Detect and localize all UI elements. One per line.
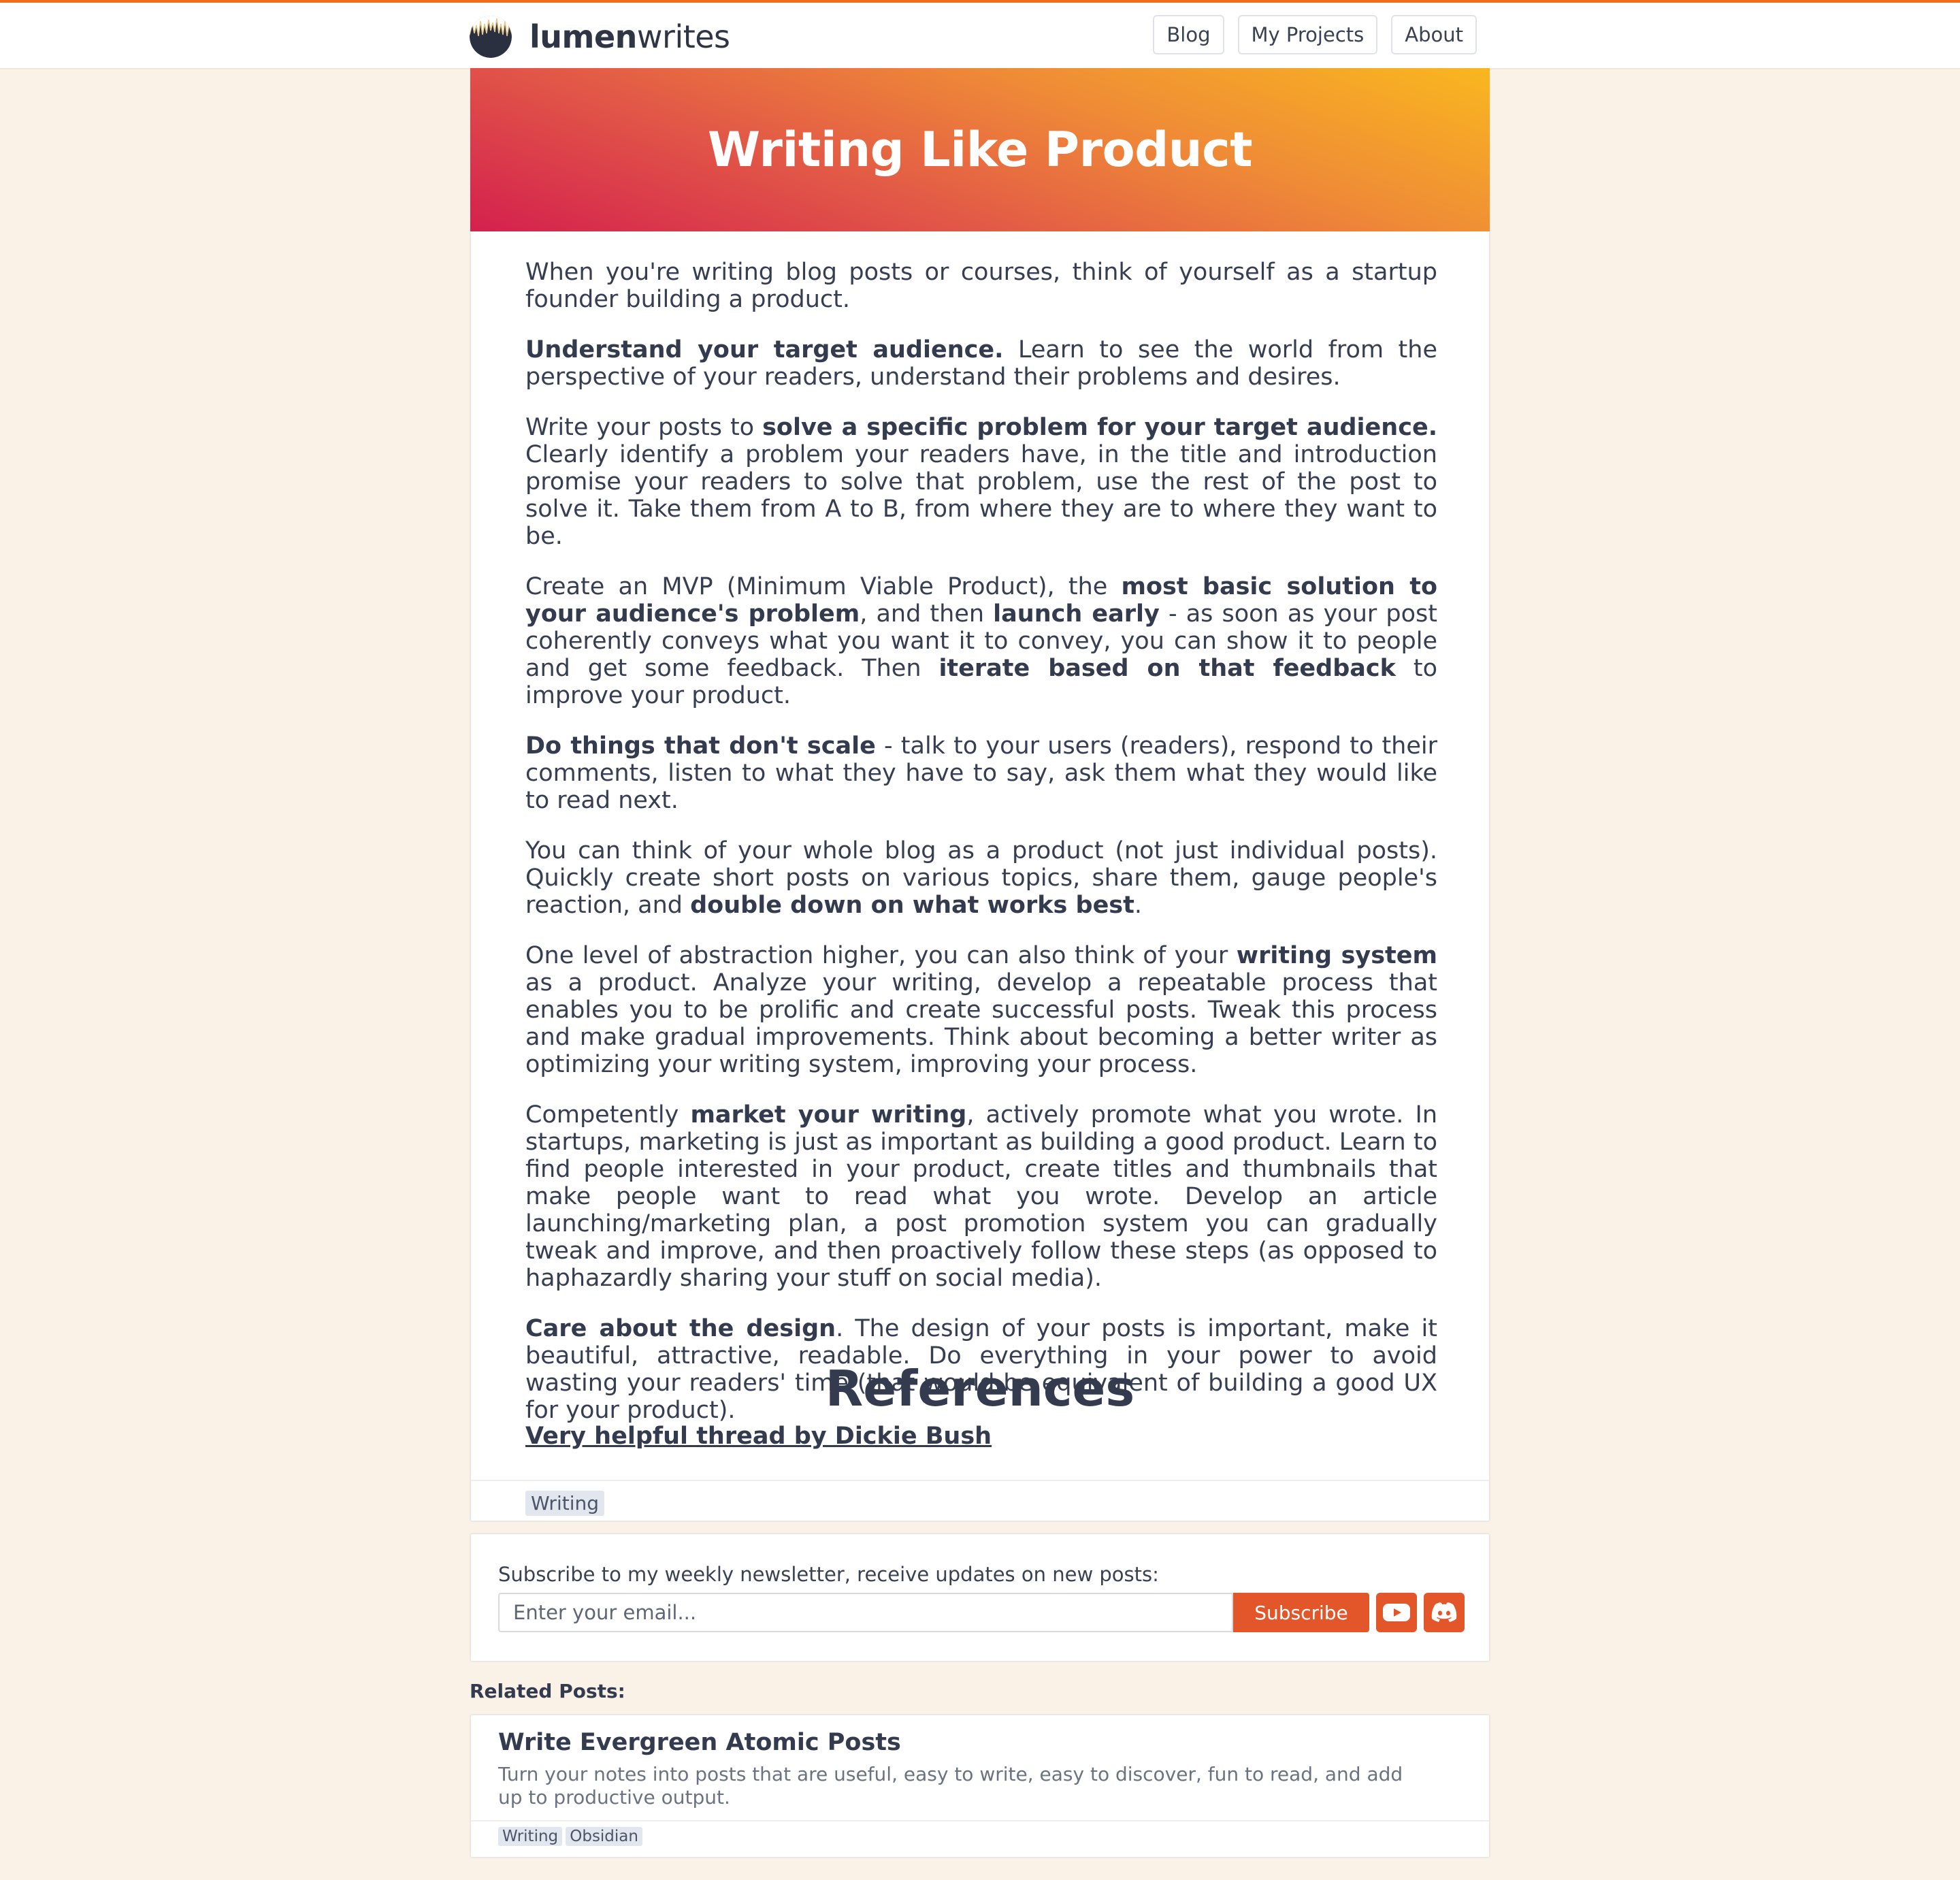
paragraph-text: Clearly identify a problem your readers … [525,441,1437,550]
article-paragraph: You can think of your whole blog as a pr… [525,837,1437,919]
youtube-button[interactable] [1376,1593,1417,1632]
tag-writing[interactable]: Writing [498,1827,563,1846]
bold-text: solve a specific problem for your target… [762,414,1437,441]
related-post-description: Turn your notes into posts that are usef… [498,1763,1403,1809]
nav-about-button[interactable]: About [1391,15,1477,54]
tag-obsidian[interactable]: Obsidian [566,1827,642,1846]
article-paragraph: Do things that don't scale - talk to you… [525,732,1437,814]
discord-button[interactable] [1424,1593,1465,1632]
article-body: When you're writing blog posts or course… [525,259,1437,1447]
site-header: lumenwrites Blog My Projects About [0,3,1960,69]
paragraph-text: as a product. Analyze your writing, deve… [525,969,1437,1078]
related-post-card[interactable]: Write Evergreen Atomic Posts Turn your n… [470,1714,1490,1858]
paragraph-text: When you're writing blog posts or course… [525,259,1437,313]
subscribe-button[interactable]: Subscribe [1233,1593,1369,1632]
bold-text: Do things that don't scale [525,732,876,760]
related-post-tags: Writing Obsidian [471,1820,1489,1860]
article-paragraph: Write your posts to solve a specific pro… [525,414,1437,550]
article-card: Writing Like Product When you're writing… [470,68,1490,1522]
article-paragraph: One level of abstraction higher, you can… [525,942,1437,1078]
related-posts-label: Related Posts: [470,1680,625,1702]
paragraph-text: . [1134,892,1143,919]
paragraph-text: One level of abstraction higher, you can… [525,942,1237,969]
article-paragraph: Create an MVP (Minimum Viable Product), … [525,573,1437,709]
article-hero: Writing Like Product [470,68,1490,231]
main-nav: Blog My Projects About [1153,15,1477,54]
bold-text: market your writing [690,1101,967,1129]
nav-blog-button[interactable]: Blog [1153,15,1224,54]
paragraph-text: Competently [525,1101,691,1129]
bold-text: launch early [993,600,1160,628]
article-paragraph: Competently market your writing, activel… [525,1101,1437,1292]
paragraph-text: , and then [860,600,994,628]
article-paragraph: Understand your target audience. Learn t… [525,336,1437,391]
bold-text: Care about the design [525,1315,836,1342]
article-title: Writing Like Product [707,122,1253,178]
site-logo[interactable]: lumenwrites [470,15,730,59]
article-paragraph: When you're writing blog posts or course… [525,259,1437,313]
related-post-title[interactable]: Write Evergreen Atomic Posts [498,1729,901,1756]
email-input[interactable] [498,1593,1233,1632]
logo-wordmark: lumenwrites [529,18,730,55]
bold-text: double down on what works best [690,892,1134,919]
paragraph-text: Write your posts to [525,414,763,441]
logo-icon [470,16,512,58]
youtube-icon [1383,1604,1410,1621]
bold-text: Understand your target audience. [525,336,1004,363]
newsletter-card: Subscribe to my weekly newsletter, recei… [470,1533,1490,1662]
paragraph-text: , actively promote what you wrote. In st… [525,1101,1437,1292]
bold-text: iterate based on that feedback [938,655,1396,682]
newsletter-prompt: Subscribe to my weekly newsletter, recei… [498,1563,1159,1586]
paragraph-text: Create an MVP (Minimum Viable Product), … [525,573,1122,600]
reference-link[interactable]: Very helpful thread by Dickie Bush [525,1423,992,1450]
tag-writing[interactable]: Writing [525,1491,604,1516]
references-heading: References [825,1360,1135,1417]
nav-projects-button[interactable]: My Projects [1237,15,1378,54]
article-tags: Writing [471,1480,1489,1522]
discord-icon [1431,1602,1457,1622]
bold-text: writing system [1236,942,1437,969]
